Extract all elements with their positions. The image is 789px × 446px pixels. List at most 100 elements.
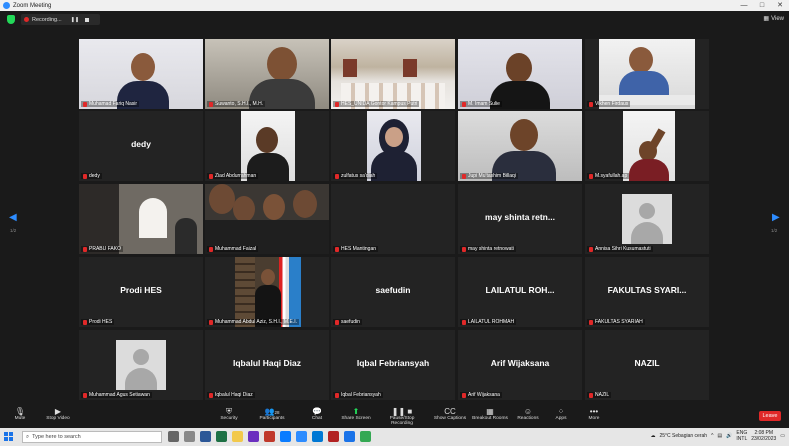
windows-start-icon[interactable] (4, 432, 13, 441)
video-tile[interactable]: Muhammad Abdul Aziz, S.H.I., M.E.I. (205, 257, 329, 327)
muted-mic-icon (462, 101, 466, 107)
file-explorer-icon[interactable] (232, 431, 243, 442)
taskbar-search-box[interactable]: ⌕ Type here to search (22, 431, 162, 443)
next-page-arrow-icon[interactable]: ▶ (772, 212, 780, 223)
language-indicator[interactable]: ENG INTL (736, 430, 747, 442)
taskbar-clock[interactable]: 2:08 PM 23/02/2023 (751, 430, 776, 442)
video-tile[interactable]: Prodi HES Prodi HES (79, 257, 203, 327)
stop-recording-icon[interactable] (85, 17, 90, 22)
edge-icon[interactable] (280, 431, 291, 442)
participant-name-label: Muhammad Agus Setiawan (81, 392, 152, 398)
onenote-icon[interactable] (248, 431, 259, 442)
page-number-right: 1/2 (771, 228, 778, 233)
security-shield-icon[interactable] (7, 15, 15, 24)
shield-icon: ⛨ (226, 407, 232, 416)
muted-mic-icon (589, 173, 593, 179)
search-icon: ⌕ (26, 433, 30, 440)
pause-stop-recording-button[interactable]: ❚❚ ■ Pause/Stop Recording (382, 407, 422, 426)
muted-mic-icon (209, 392, 213, 398)
prev-page-arrow-icon[interactable]: ◀ (9, 212, 17, 223)
grid-view-icon: ▦ (763, 16, 770, 22)
mute-button[interactable]: 🎙 Mute (0, 407, 40, 421)
leave-button[interactable]: Leave (759, 411, 781, 421)
pause-recording-icon[interactable]: ❚❚ (71, 17, 79, 23)
video-tile[interactable]: Iqbal Febriansyah Iqbal Febriansyah (331, 330, 455, 400)
video-tile[interactable]: Vikhen Firdaus (585, 39, 709, 109)
participant-name-label: M.syafullah.ap (587, 173, 630, 179)
close-button[interactable]: ✕ (771, 0, 789, 11)
view-label: View (771, 15, 784, 22)
muted-mic-icon (462, 319, 466, 325)
security-button[interactable]: ⛨ Security (209, 407, 249, 421)
participant-name-label: PRABU FAKO (81, 246, 123, 252)
participant-video (241, 111, 295, 181)
video-tile[interactable]: Jupi Mu'tashim Billaqi (458, 111, 582, 181)
participant-name-label: Iqbalul Haqi Diaz (207, 392, 255, 398)
chat-button[interactable]: 💬 Chat (297, 407, 337, 421)
pdf-icon[interactable] (328, 431, 339, 442)
task-view-icon[interactable] (184, 431, 195, 442)
video-tile[interactable]: Arif Wijaksana Arif Wijaksana (458, 330, 582, 400)
muted-mic-icon (83, 392, 87, 398)
muted-mic-icon (589, 319, 593, 325)
video-tile[interactable]: PRABU FAKO (79, 184, 203, 254)
participant-name-label: dedy (81, 173, 102, 179)
pause-stop-icon: ❚❚ ■ (391, 407, 413, 416)
view-button[interactable]: ▦ View (763, 15, 784, 23)
participant-name-label: Jupi Mu'tashim Billaqi (460, 173, 518, 179)
chrome-icon[interactable] (360, 431, 371, 442)
powerpoint-icon[interactable] (264, 431, 275, 442)
participant-display-name: Prodi HES (120, 285, 162, 295)
windows-taskbar: ⌕ Type here to search ☁ 25°C Sebagian ce… (0, 428, 789, 446)
word-icon[interactable] (200, 431, 211, 442)
store-icon[interactable] (312, 431, 323, 442)
participant-name-label: zulfatus sa'diah (333, 173, 378, 179)
video-tile[interactable]: FAKULTAS SYARI... FAKULTAS SYARIAH (585, 257, 709, 327)
video-tile[interactable]: Iqbalul Haqi Diaz Iqbalul Haqi Diaz (205, 330, 329, 400)
weather-text[interactable]: 25°C Sebagian cerah (659, 433, 707, 439)
muted-mic-icon (335, 246, 339, 252)
meeting-top-bar: Recording... ❚❚ ▦ View (0, 11, 789, 28)
zoom-app-icon[interactable] (296, 431, 307, 442)
video-tile[interactable]: Muhammad Agus Setiawan (79, 330, 203, 400)
participant-name-label: Ziad Abdurrahman (207, 173, 259, 179)
more-button[interactable]: ••• More (574, 407, 614, 421)
participant-video (599, 39, 695, 109)
participant-display-name: Arif Wijaksana (490, 358, 550, 368)
excel-icon[interactable] (216, 431, 227, 442)
video-tile[interactable]: Muhammad Faizal (205, 184, 329, 254)
tray-arrow-icon[interactable]: ^ (711, 433, 713, 439)
video-tile[interactable]: zulfatus sa'diah (331, 111, 455, 181)
participant-display-name: saefudin (375, 285, 411, 295)
video-tile[interactable]: Suwanto, S.H.I., M.H. (205, 39, 329, 109)
video-tile[interactable]: HES_UNIDA Gontor Kampus Putri (331, 39, 455, 109)
stop-video-button[interactable]: ▶ Stop Video (38, 407, 78, 421)
muted-mic-icon (589, 246, 593, 252)
maximize-button[interactable]: □ (753, 0, 771, 11)
video-tile[interactable]: may shinta retn... may shinta retnowati (458, 184, 582, 254)
show-captions-button[interactable]: CC Show Captions (430, 407, 470, 421)
muted-mic-icon (83, 246, 87, 252)
cortana-icon[interactable] (168, 431, 179, 442)
participant-name-label: FAKULTAS SYARIAH (587, 319, 645, 325)
participant-name-label: NAZIL (587, 392, 612, 398)
video-tile[interactable]: HES Mantingan (331, 184, 455, 254)
video-tile[interactable]: Ziad Abdurrahman (205, 111, 329, 181)
volume-icon[interactable]: 🔊 (726, 433, 732, 439)
participants-button[interactable]: 👥28 Participants (252, 407, 292, 421)
video-tile[interactable]: Muhamad Fariq Nasir (79, 39, 203, 109)
minimize-button[interactable]: — (735, 0, 753, 11)
video-tile[interactable]: Annisa Sihri Kusumastuti (585, 184, 709, 254)
notification-icon[interactable]: ▭ (780, 433, 785, 439)
video-tile[interactable]: M.syafullah.ap (585, 111, 709, 181)
network-icon[interactable]: ▤ (717, 433, 722, 439)
share-screen-button[interactable]: ⬆ Share Screen (336, 407, 376, 421)
video-tile[interactable]: dedy dedy (79, 111, 203, 181)
video-tile[interactable]: NAZIL NAZIL (585, 330, 709, 400)
video-tile[interactable]: saefudin saefudin (331, 257, 455, 327)
more-dots-icon: ••• (589, 407, 599, 416)
telegram-icon[interactable] (344, 431, 355, 442)
breakout-rooms-button[interactable]: ▦ Breakout Rooms (470, 407, 510, 421)
video-tile-active-speaker[interactable]: M. Imam Sulie (458, 39, 582, 109)
video-tile[interactable]: LAILATUL ROH... LAILATUL ROHMAH (458, 257, 582, 327)
